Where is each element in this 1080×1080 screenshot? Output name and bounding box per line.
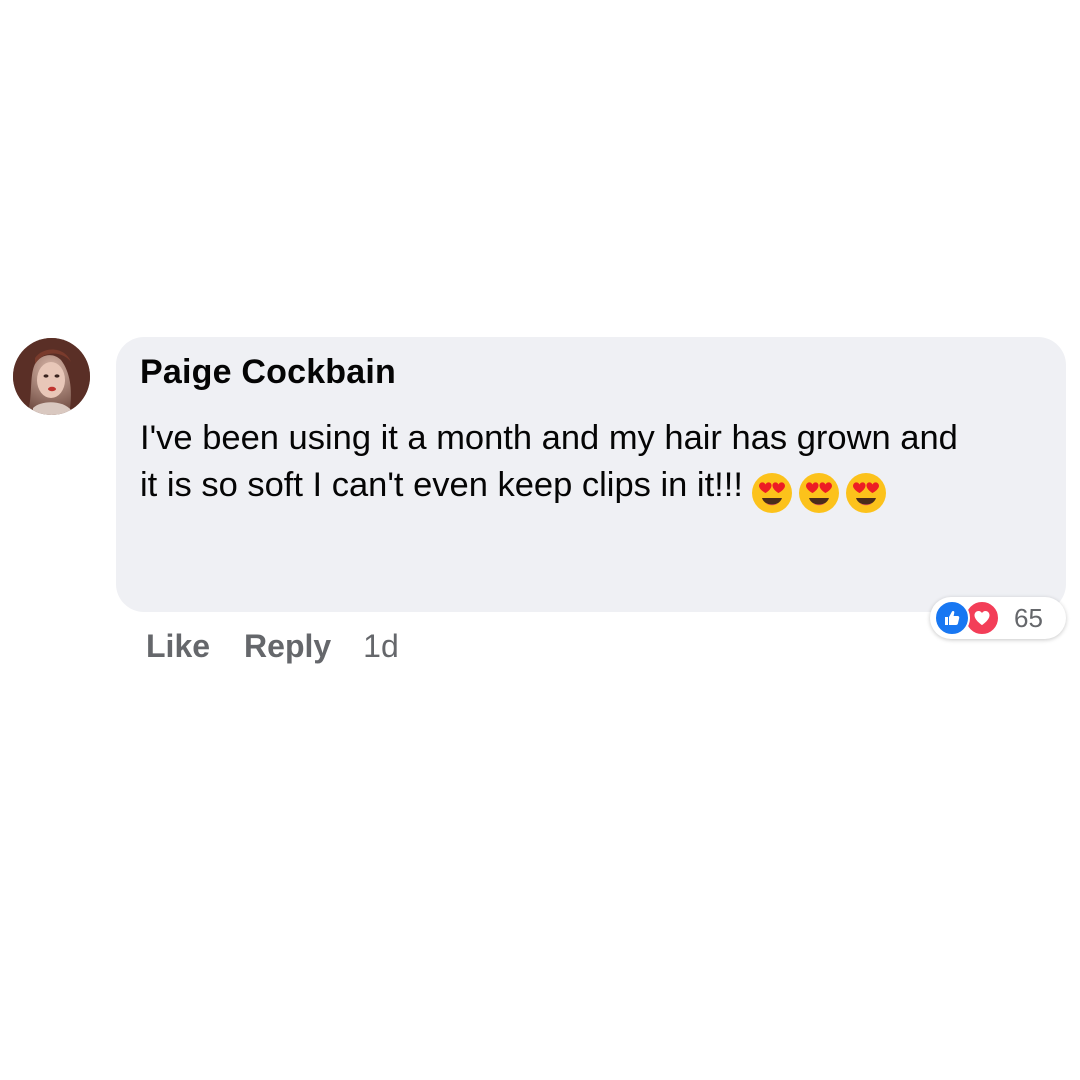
reaction-count: 65 xyxy=(1014,602,1043,633)
like-icon xyxy=(934,600,970,636)
heart-eyes-emoji-icon xyxy=(845,472,887,514)
comment-timestamp[interactable]: 1d xyxy=(363,628,399,665)
reply-button[interactable]: Reply xyxy=(244,628,331,665)
avatar[interactable] xyxy=(13,338,90,415)
heart-eyes-emoji-icon xyxy=(751,472,793,514)
like-button[interactable]: Like xyxy=(146,628,210,665)
comment-text: I've been using it a month and my hair h… xyxy=(140,415,980,519)
comment-actions: Like Reply 1d xyxy=(146,622,399,670)
emoji-group xyxy=(751,472,892,519)
reactions-summary[interactable]: 65 xyxy=(930,597,1066,639)
heart-eyes-emoji-icon xyxy=(798,472,840,514)
comment-author[interactable]: Paige Cockbain xyxy=(140,351,1006,393)
comment-bubble: Paige Cockbain I've been using it a mont… xyxy=(116,337,1066,612)
